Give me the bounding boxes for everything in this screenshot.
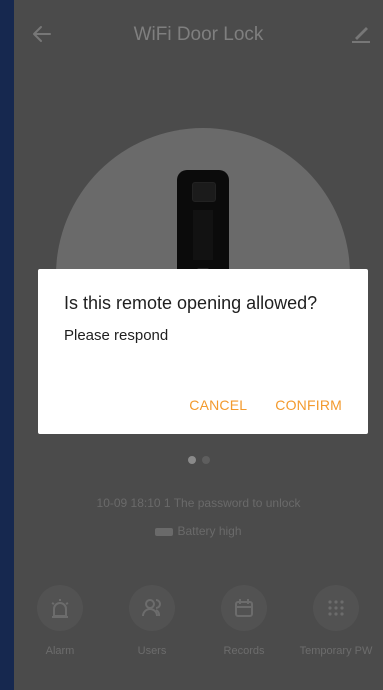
battery-icon — [155, 527, 174, 536]
nav-label-temporary-pw: Temporary PW — [299, 645, 373, 657]
top-app-bar: WiFi Door Lock — [14, 0, 383, 70]
page-dot-active — [187, 456, 196, 464]
edit-pencil-icon[interactable] — [349, 20, 373, 44]
page-indicator — [14, 456, 383, 464]
remote-open-dialog: Is this remote opening allowed? Please r… — [38, 269, 368, 434]
cancel-button[interactable]: CANCEL — [189, 397, 247, 413]
users-icon — [129, 585, 175, 631]
dialog-actions: CANCEL CONFIRM — [189, 397, 342, 413]
alarm-icon — [37, 585, 83, 631]
page-dot-inactive — [201, 456, 210, 464]
nav-item-temporary-pw[interactable]: Temporary PW — [290, 585, 382, 657]
battery-text: Battery high — [177, 524, 242, 538]
lock-keypad — [193, 210, 213, 260]
nav-item-records[interactable]: Records — [198, 585, 290, 657]
nav-label-alarm: Alarm — [45, 645, 75, 657]
calendar-icon — [221, 585, 267, 631]
keypad-icon — [313, 585, 359, 631]
left-edge-strip — [0, 0, 14, 690]
dialog-title: Is this remote opening allowed? — [64, 293, 318, 313]
bottom-action-bar: Alarm Users Records Temporary PW — [14, 585, 383, 675]
nav-label-records: Records — [223, 645, 265, 657]
nav-label-users: Users — [137, 645, 167, 657]
lock-display — [192, 182, 216, 202]
battery-status: Battery high — [14, 524, 383, 538]
nav-item-users[interactable]: Users — [106, 585, 198, 657]
confirm-button[interactable]: CONFIRM — [275, 397, 342, 413]
page-title: WiFi Door Lock — [133, 24, 264, 45]
last-event-text: 10-09 18:10 1 The password to unlock — [96, 496, 301, 510]
dialog-message: Please respond — [64, 327, 169, 344]
nav-item-alarm[interactable]: Alarm — [14, 585, 106, 657]
